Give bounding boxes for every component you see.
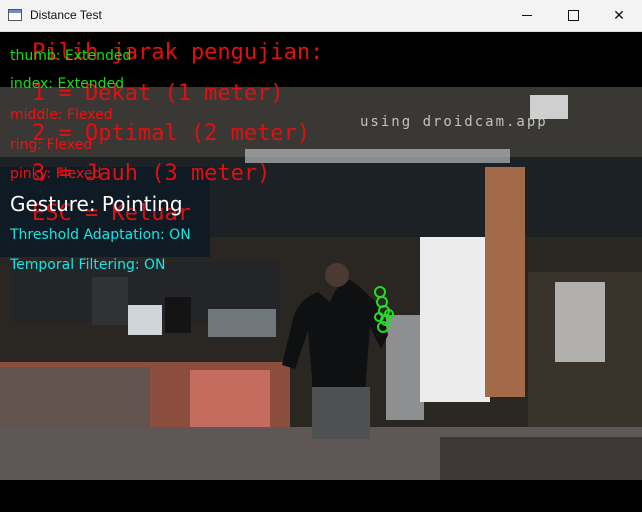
droidcam-watermark: using droidcam.app	[360, 114, 548, 130]
maximize-icon	[567, 10, 579, 21]
app-window: Distance Test ✕ Pilih jarak pengujian: 1…	[0, 0, 642, 512]
finger-status-index: index: Extended	[10, 76, 124, 92]
finger-status-ring: ring: Flexed	[10, 137, 93, 153]
finger-status-middle: middle: Flexed	[10, 107, 113, 123]
threshold-adaptation-status: Threshold Adaptation: ON	[10, 227, 191, 243]
window-title: Distance Test	[30, 8, 102, 22]
close-button[interactable]: ✕	[596, 0, 642, 31]
close-icon: ✕	[613, 7, 625, 24]
minimize-icon	[522, 15, 532, 16]
finger-status-thumb: thumb: Extended	[10, 48, 132, 64]
minimize-button[interactable]	[504, 0, 550, 31]
window-icon	[8, 9, 22, 21]
finger-status-pinky: pinky: Flexed	[10, 166, 102, 182]
camera-view: Pilih jarak pengujian: 1 = Dekat (1 mete…	[0, 32, 642, 512]
title-bar[interactable]: Distance Test ✕	[0, 0, 642, 32]
gesture-label: Gesture: Pointing	[10, 192, 183, 216]
maximize-button[interactable]	[550, 0, 596, 31]
temporal-filtering-status: Temporal Filtering: ON	[10, 257, 166, 273]
